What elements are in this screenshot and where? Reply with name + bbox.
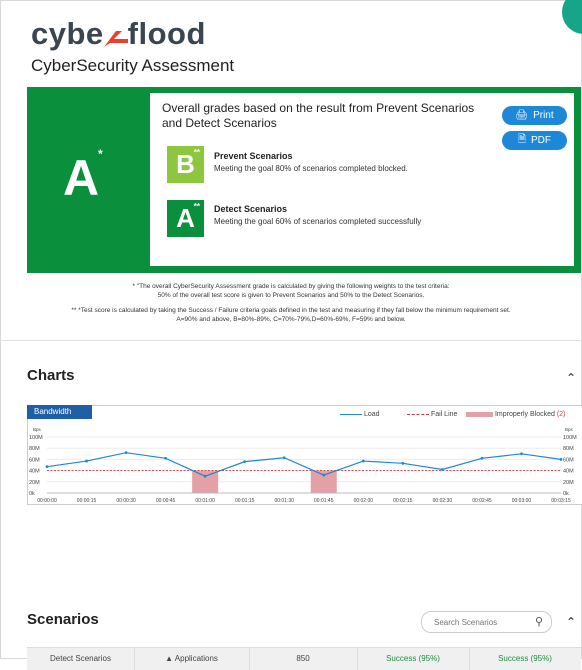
overall-grade-mark: * xyxy=(98,147,103,161)
y-tick-left: 20M xyxy=(29,480,40,486)
printer-icon: 🖨 xyxy=(515,110,529,121)
bandwidth-chart: 0k 0k 20M 20M 40M 40M 60M 60M 80M 80M 100M 100M Bps B… xyxy=(29,427,577,504)
y-tick-right: 60M xyxy=(563,457,574,463)
logo-mark-icon xyxy=(103,30,128,47)
x-tick-label: 00:01:45 xyxy=(314,498,334,504)
logo-text-flood: flood xyxy=(127,16,206,51)
load-line xyxy=(46,452,562,477)
tab-bandwidth[interactable]: Bandwidth xyxy=(27,405,92,419)
x-tick-label: 00:02:00 xyxy=(354,498,374,504)
y-tick-left: 80M xyxy=(29,446,40,452)
x-tick-label: 00:00:00 xyxy=(37,498,57,504)
cell-result-1: Success (95%) xyxy=(357,648,470,670)
y-tick-right: 100M xyxy=(563,435,577,441)
chevron-up-icon[interactable]: ⌃ xyxy=(566,371,576,385)
load-point xyxy=(164,456,168,460)
footnote-2: 50% of the overall test score is given t… xyxy=(157,292,425,299)
overall-grade: A * xyxy=(63,147,103,206)
load-point xyxy=(45,465,49,469)
legend-fail: Fail Line xyxy=(407,411,457,418)
footnote-1: * "The overall CyberSecurity Assessment … xyxy=(132,283,450,290)
scenarios-title: Scenarios xyxy=(27,611,99,628)
search-input[interactable] xyxy=(432,615,526,630)
x-tick-label: 00:01:00 xyxy=(195,498,215,504)
pdf-button[interactable]: 🗎 PDF xyxy=(502,131,567,150)
y-tick-right: 40M xyxy=(563,469,574,475)
load-point xyxy=(480,456,484,460)
y-unit-left: Bps xyxy=(33,427,42,432)
prevent-grade-badge: B ** xyxy=(167,146,204,183)
prevent-desc: Meeting the goal 80% of scenarios comple… xyxy=(214,164,408,173)
chevron-up-icon[interactable]: ⌃ xyxy=(566,615,576,629)
x-tick-label: 00:01:15 xyxy=(235,498,255,504)
load-point xyxy=(124,451,128,455)
charts-title: Charts xyxy=(27,367,75,384)
cell-count: 850 xyxy=(249,648,358,670)
logo: cybe flood xyxy=(31,16,206,52)
y-tick-left: 60M xyxy=(29,457,40,463)
x-tick-label: 00:03:15 xyxy=(551,498,571,504)
cell-name: Detect Scenarios xyxy=(27,648,135,670)
y-unit-right: Bps xyxy=(565,427,574,432)
load-point xyxy=(243,460,247,464)
footnote-3: ** *Test score is calculated by taking t… xyxy=(71,307,511,314)
load-point xyxy=(440,468,444,471)
x-tick-label: 00:01:30 xyxy=(274,498,294,504)
load-point xyxy=(322,473,326,477)
grade-panel: A * Overall grades based on the result fr… xyxy=(27,87,581,273)
y-tick-left: 0k xyxy=(29,491,35,497)
x-tick-label: 00:03:00 xyxy=(512,498,532,504)
cell-type: ▲ Applications xyxy=(134,648,250,670)
y-tick-right: 0k xyxy=(563,491,569,497)
load-point xyxy=(282,456,286,460)
y-tick-left: 40M xyxy=(29,469,40,475)
section-divider xyxy=(0,340,582,341)
x-tick-label: 00:00:30 xyxy=(116,498,136,504)
cell-result-2: Success (95%) xyxy=(498,654,552,663)
x-tick-label: 00:00:45 xyxy=(156,498,176,504)
load-point xyxy=(559,458,563,461)
legend-blocked: Improperly Blocked (2) xyxy=(466,411,565,418)
detect-grade-badge: A ** xyxy=(167,200,204,237)
load-point xyxy=(401,461,405,465)
blocked-bar xyxy=(192,470,219,493)
print-button[interactable]: 🖨 Print xyxy=(502,106,567,125)
y-tick-right: 20M xyxy=(563,480,574,486)
search-scenarios[interactable]: ⚲ xyxy=(421,611,552,633)
detect-title: Detect Scenarios xyxy=(214,204,288,214)
load-point xyxy=(85,459,88,463)
x-tick-label: 00:02:30 xyxy=(433,498,453,504)
x-tick-label: 00:00:15 xyxy=(77,498,97,504)
y-tick-right: 80M xyxy=(563,446,574,452)
load-point xyxy=(203,474,207,478)
search-icon[interactable]: ⚲ xyxy=(535,615,543,628)
overall-description: Overall grades based on the result from … xyxy=(162,101,475,130)
footnote-4: A=90% and above, B=80%-89%, C=70%-79%,D=… xyxy=(176,316,406,323)
page-subtitle: CyberSecurity Assessment xyxy=(31,56,235,75)
load-point xyxy=(520,452,523,456)
detect-desc: Meeting the goal 60% of scenarios comple… xyxy=(214,217,422,226)
prevent-title: Prevent Scenarios xyxy=(214,151,293,161)
grade-details: Overall grades based on the result from … xyxy=(150,93,574,266)
x-tick-label: 00:02:45 xyxy=(472,498,492,504)
x-tick-label: 00:02:15 xyxy=(393,498,413,504)
load-point xyxy=(361,459,365,463)
y-tick-left: 100M xyxy=(29,435,43,441)
legend-load: Load xyxy=(340,411,380,418)
logo-text: cybe xyxy=(31,16,104,51)
document-icon: 🗎 xyxy=(517,134,527,145)
